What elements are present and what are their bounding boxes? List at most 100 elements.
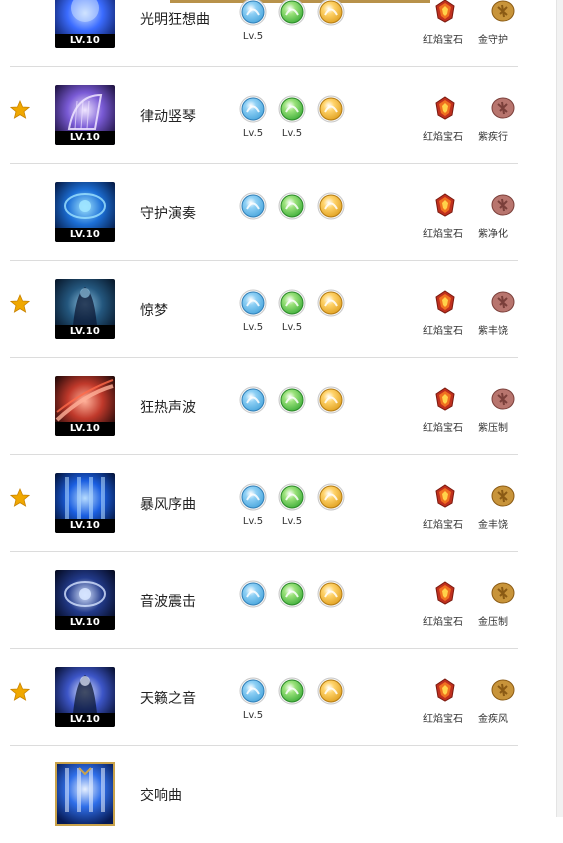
rune-group: Lv.5 Lv.5 <box>239 95 359 145</box>
scrollbar[interactable] <box>556 0 563 817</box>
skill-level-badge: LV.10 <box>55 519 115 533</box>
gold-cross-rune-icon[interactable] <box>317 386 345 414</box>
rune-group: Lv.5 Lv.5 <box>239 483 359 533</box>
rune-group: Lv.5 Lv.5 <box>239 289 359 339</box>
skill-name: 律动竖琴 <box>140 109 196 125</box>
gold-person-rune-icon[interactable] <box>317 289 345 317</box>
skill-row[interactable]: LV.10 暴风序曲 Lv.5 Lv.5 红焰宝石 金丰饶 <box>9 455 520 552</box>
gem-label: 紫净化 <box>478 229 508 240</box>
gem-group: 红焰宝石 金守护 <box>420 0 520 48</box>
blue-wave-rune-icon[interactable] <box>239 483 267 511</box>
gem-label: 金压制 <box>478 617 508 628</box>
red-gem-icon[interactable] <box>432 483 458 509</box>
chevron-down-icon <box>78 760 92 776</box>
gem-group: 红焰宝石 金丰饶 <box>420 483 520 533</box>
purple-glyph-icon[interactable] <box>490 289 516 315</box>
red-gem-icon[interactable] <box>432 580 458 606</box>
gem-label: 红焰宝石 <box>423 423 463 434</box>
blue-person-rune-icon[interactable] <box>239 580 267 608</box>
green-note-rune-icon[interactable] <box>278 289 306 317</box>
gem-label: 红焰宝石 <box>423 714 463 725</box>
gold-people-rune-icon[interactable] <box>317 192 345 220</box>
gold-glyph-icon[interactable] <box>490 483 516 509</box>
skill-level-badge: LV.10 <box>55 422 115 436</box>
gem-label: 金守护 <box>478 35 508 46</box>
green-arrow-rune-icon[interactable] <box>278 386 306 414</box>
gem-label: 紫疾行 <box>478 132 508 143</box>
rune-level: Lv.5 <box>242 322 264 333</box>
skill-row[interactable]: LV.10 狂热声波 红焰宝石 紫压制 <box>10 358 518 455</box>
skill-icon[interactable]: LV.10 <box>55 473 115 533</box>
skill-icon[interactable]: LV.10 <box>55 570 115 630</box>
blue-clock-rune-icon[interactable] <box>239 95 267 123</box>
blue-person-rune-icon[interactable] <box>239 192 267 220</box>
gem-label: 红焰宝石 <box>423 132 463 143</box>
skill-icon[interactable]: LV.10 <box>55 0 115 48</box>
purple-glyph-icon[interactable] <box>490 192 516 218</box>
skill-row[interactable]: LV.10 音波震击 红焰宝石 金压制 <box>10 552 518 649</box>
gem-group: 红焰宝石 紫丰饶 <box>420 289 520 339</box>
green-people-rune-icon[interactable] <box>278 0 306 26</box>
skill-row[interactable]: LV.10 天籁之音 Lv.5 红焰宝石 金疾风 <box>9 649 518 746</box>
star-icon <box>9 99 31 120</box>
red-gem-icon[interactable] <box>432 386 458 412</box>
rune-level: Lv.5 <box>242 710 264 721</box>
gold-people-rune-icon[interactable] <box>317 0 345 26</box>
gem-label: 金丰饶 <box>478 520 508 531</box>
gold-eye-rune-icon[interactable] <box>317 580 345 608</box>
gem-group: 红焰宝石 紫压制 <box>420 386 520 436</box>
skill-name: 音波震击 <box>140 594 196 610</box>
gem-label: 红焰宝石 <box>423 326 463 337</box>
skill-level-badge: LV.10 <box>55 131 115 145</box>
gold-glyph-icon[interactable] <box>490 580 516 606</box>
red-gem-icon[interactable] <box>432 0 458 24</box>
blue-wave-rune-icon[interactable] <box>239 289 267 317</box>
gold-glyph-icon[interactable] <box>490 0 516 24</box>
skill-icon[interactable]: LV.10 <box>55 85 115 145</box>
skill-icon[interactable]: LV.10 <box>55 376 115 436</box>
gem-label: 红焰宝石 <box>423 520 463 531</box>
gem-label: 红焰宝石 <box>423 35 463 46</box>
gem-label: 红焰宝石 <box>423 617 463 628</box>
skill-level-badge: LV.10 <box>55 34 115 48</box>
star-icon <box>9 293 31 314</box>
red-gem-icon[interactable] <box>432 677 458 703</box>
green-burst-rune-icon[interactable] <box>278 580 306 608</box>
green-note-rune-icon[interactable] <box>278 483 306 511</box>
skill-name: 惊梦 <box>140 303 168 319</box>
gold-people-rune-icon[interactable] <box>317 95 345 123</box>
gold-spiral-rune-icon[interactable] <box>317 677 345 705</box>
skill-row[interactable]: LV.10 惊梦 Lv.5 Lv.5 红焰宝石 紫丰饶 <box>9 261 520 358</box>
purple-glyph-icon[interactable] <box>490 95 516 121</box>
red-gem-icon[interactable] <box>432 289 458 315</box>
skill-row[interactable]: LV.10 律动竖琴 Lv.5 Lv.5 红焰宝石 紫疾行 <box>9 67 518 164</box>
green-people-rune-icon[interactable] <box>278 677 306 705</box>
red-gem-icon[interactable] <box>432 192 458 218</box>
blue-spiral-rune-icon[interactable] <box>239 386 267 414</box>
green-note-rune-icon[interactable] <box>278 95 306 123</box>
green-person-rune-icon[interactable] <box>278 192 306 220</box>
skill-row[interactable]: LV.10 光明狂想曲 Lv.5 红焰宝石 金守护 <box>10 0 518 67</box>
gold-burst-rune-icon[interactable] <box>317 483 345 511</box>
skill-name: 交响曲 <box>140 788 182 804</box>
skill-level-badge: LV.10 <box>55 713 115 727</box>
gem-label: 紫压制 <box>478 423 508 434</box>
skill-icon[interactable]: LV.10 <box>55 182 115 242</box>
skill-row[interactable]: 交响曲 <box>10 746 518 843</box>
gem-group: 红焰宝石 紫净化 <box>420 192 520 242</box>
blue-wave-rune-icon[interactable] <box>239 677 267 705</box>
blue-wave-rune-icon[interactable] <box>239 0 267 26</box>
skill-name: 光明狂想曲 <box>140 12 210 28</box>
rune-level: Lv.5 <box>281 128 303 139</box>
gem-label: 红焰宝石 <box>423 229 463 240</box>
red-gem-icon[interactable] <box>432 95 458 121</box>
rune-group <box>239 192 359 242</box>
purple-glyph-icon[interactable] <box>490 386 516 412</box>
gem-group: 红焰宝石 金压制 <box>420 580 520 630</box>
skill-level-badge: LV.10 <box>55 616 115 630</box>
skill-row[interactable]: LV.10 守护演奏 红焰宝石 紫净化 <box>10 164 518 261</box>
skill-icon[interactable]: LV.10 <box>55 279 115 339</box>
skill-icon[interactable]: LV.10 <box>55 667 115 727</box>
star-icon <box>9 487 31 508</box>
gold-glyph-icon[interactable] <box>490 677 516 703</box>
